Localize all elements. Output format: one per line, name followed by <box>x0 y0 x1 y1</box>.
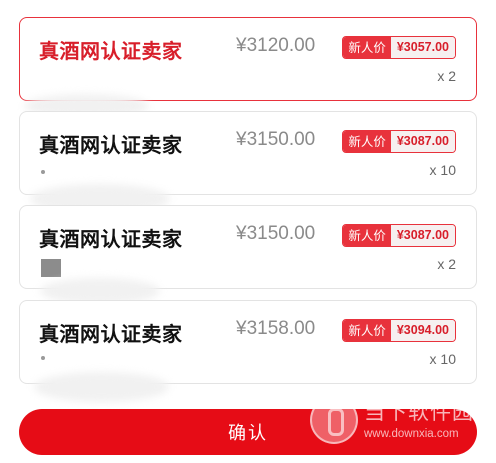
quantity: x 2 <box>437 256 456 272</box>
original-price: ¥3158.00 <box>236 318 316 339</box>
new-user-price-badge: 新人价 ¥3057.00 <box>342 36 456 59</box>
offer-card[interactable]: 真酒网认证卖家 ¥3150.00 新人价 ¥3087.00 x 2 <box>19 205 477 289</box>
new-user-price-badge: 新人价 ¥3087.00 <box>342 224 456 247</box>
promo-price: ¥3087.00 <box>390 131 455 152</box>
quantity: x 2 <box>437 68 456 84</box>
quantity: x 10 <box>429 351 456 367</box>
redacted-text <box>41 259 61 277</box>
original-price: ¥3150.00 <box>236 223 316 244</box>
original-price: ¥3150.00 <box>236 129 316 150</box>
promo-tag: 新人价 <box>343 37 391 58</box>
seller-name: 真酒网认证卖家 <box>39 39 183 63</box>
promo-tag: 新人价 <box>343 320 391 341</box>
quantity: x 10 <box>429 162 456 178</box>
offer-card[interactable]: 真酒网认证卖家 ¥3150.00 新人价 ¥3087.00 x 10 <box>19 111 477 195</box>
new-user-price-badge: 新人价 ¥3094.00 <box>342 319 456 342</box>
confirm-button[interactable]: 确认 <box>19 409 477 455</box>
promo-price: ¥3087.00 <box>390 225 455 246</box>
redacted-text <box>41 170 45 174</box>
promo-tag: 新人价 <box>343 131 391 152</box>
seller-name: 真酒网认证卖家 <box>39 322 183 346</box>
original-price: ¥3120.00 <box>236 35 316 56</box>
redaction-smudge <box>34 372 169 402</box>
promo-tag: 新人价 <box>343 225 391 246</box>
redacted-text <box>41 356 45 360</box>
promo-price: ¥3057.00 <box>390 37 455 58</box>
offer-card[interactable]: 真酒网认证卖家 ¥3120.00 新人价 ¥3057.00 x 2 <box>19 17 477 101</box>
new-user-price-badge: 新人价 ¥3087.00 <box>342 130 456 153</box>
promo-price: ¥3094.00 <box>390 320 455 341</box>
seller-name: 真酒网认证卖家 <box>39 227 183 251</box>
seller-name: 真酒网认证卖家 <box>39 133 183 157</box>
